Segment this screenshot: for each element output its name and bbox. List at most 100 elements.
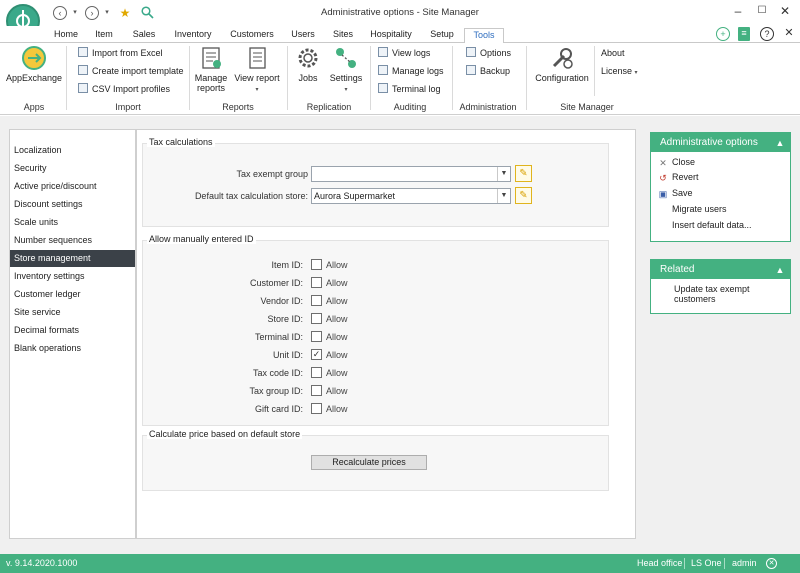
allow-checkbox[interactable] [311,295,322,306]
replication-settings-icon [333,45,359,71]
ribbon: AppExchange Apps Import from Excel Creat… [0,43,800,115]
nav-item-scale-units[interactable]: Scale units [10,214,135,231]
tab-tools[interactable]: Tools [464,28,504,44]
tab-sales[interactable]: Sales [128,28,160,43]
allow-checkbox[interactable]: ✓ [311,349,322,360]
excel-icon [78,47,88,57]
close-action[interactable]: ✕ Close [658,157,695,168]
user-status-icon[interactable]: ✕ [766,558,777,569]
group-label-administration: Administration [459,102,517,112]
configuration-button[interactable]: Configuration [534,45,590,83]
revert-icon: ↺ [659,173,667,183]
create-template-button[interactable]: Create import template [78,65,184,77]
tab-users[interactable]: Users [288,28,318,43]
terminal-log-button[interactable]: Terminal log [378,83,441,95]
nav-item-security[interactable]: Security [10,160,135,177]
migrate-users-action[interactable]: Migrate users [672,204,727,215]
site-text: Head office [637,558,683,568]
jobs-button[interactable]: Jobs [293,45,323,83]
recalculate-prices-button[interactable]: Recalculate prices [311,455,427,470]
options-button[interactable]: Options [466,47,511,59]
tab-customers[interactable]: Customers [228,28,276,43]
chevron-up-icon[interactable]: ▲ [774,264,786,276]
tab-sites[interactable]: Sites [330,28,356,43]
tab-inventory[interactable]: Inventory [172,28,214,43]
view-report-button[interactable]: View report ▾ [234,45,280,95]
nav-item-active-price-discount[interactable]: Active price/discount [10,178,135,195]
ribbon-divider [189,46,190,110]
chevron-down-icon[interactable]: ▼ [497,189,510,203]
allow-checkbox[interactable] [311,385,322,396]
import-excel-button[interactable]: Import from Excel [78,47,163,59]
tax-exempt-group-combo[interactable]: ▼ [311,166,511,182]
close-icon[interactable]: ✕ [778,4,792,18]
allow-checkbox[interactable] [311,367,322,378]
id-label: Tax code ID: [252,368,303,378]
close-tab-icon[interactable]: ✕ [782,27,796,41]
store-management-panel: Tax calculations Tax exempt group ▼ ✎ De… [136,129,636,539]
id-label: Terminal ID: [254,332,303,342]
nav-item-blank-operations[interactable]: Blank operations [10,340,135,357]
manage-logs-button[interactable]: Manage logs [378,65,444,77]
nav-item-store-management[interactable]: Store management [10,250,135,267]
version-text: v. 9.14.2020.1000 [6,558,78,568]
recalculate-section: Calculate price based on default store R… [142,429,609,491]
manage-reports-button[interactable]: Manage reports [192,45,230,93]
update-tax-exempt-action[interactable]: Update tax exempt customers [674,284,750,304]
revert-action[interactable]: ↺ Revert [658,172,698,183]
edit-tax-exempt-group-button[interactable]: ✎ [515,165,532,182]
nav-item-decimal-formats[interactable]: Decimal formats [10,322,135,339]
ribbon-divider [452,46,453,110]
notes-icon[interactable]: ≡ [738,27,750,41]
group-label-apps: Apps [23,102,45,112]
terminal-log-icon [378,83,388,93]
manage-logs-icon [378,65,388,75]
view-logs-button[interactable]: View logs [378,47,430,59]
status-divider [724,558,725,569]
tab-home[interactable]: Home [53,28,79,43]
allow-label: Allow [326,260,348,270]
license-button[interactable]: License ▾ [601,65,638,79]
edit-default-store-button[interactable]: ✎ [515,187,532,204]
maximize-icon[interactable]: ☐ [755,4,769,18]
allow-checkbox[interactable] [311,403,322,414]
related-header[interactable]: Related ▲ [651,260,790,279]
chevron-down-icon: ▾ [344,87,348,93]
default-tax-store-combo[interactable]: Aurora Supermarket ▼ [311,188,511,204]
admin-options-header[interactable]: Administrative options ▲ [651,133,790,152]
allow-label: Allow [326,332,348,342]
id-label: Tax group ID: [249,386,303,396]
allow-checkbox[interactable] [311,259,322,270]
tab-hospitality[interactable]: Hospitality [368,28,414,43]
chevron-up-icon[interactable]: ▲ [774,137,786,149]
allow-checkbox[interactable] [311,313,322,324]
nav-item-number-sequences[interactable]: Number sequences [10,232,135,249]
csv-profiles-button[interactable]: CSV Import profiles [78,83,170,95]
about-button[interactable]: About [601,47,625,59]
main-area: Localization Security Active price/disco… [0,116,800,554]
settings-button[interactable]: Settings ▾ [328,45,364,95]
allow-label: Allow [326,368,348,378]
save-action[interactable]: ▣ Save [658,188,693,199]
allow-label: Allow [326,404,348,414]
appexchange-button[interactable]: AppExchange [5,45,63,83]
refresh-icon[interactable]: + [716,27,730,41]
minimize-icon[interactable]: – [731,4,745,18]
nav-item-site-service[interactable]: Site service [10,304,135,321]
tab-setup[interactable]: Setup [427,28,457,43]
nav-item-inventory-settings[interactable]: Inventory settings [10,268,135,285]
view-logs-icon [378,47,388,57]
nav-item-customer-ledger[interactable]: Customer ledger [10,286,135,303]
allow-label: Allow [326,314,348,324]
nav-item-localization[interactable]: Localization [10,142,135,159]
allow-checkbox[interactable] [311,331,322,342]
help-icon[interactable]: ? [760,27,774,41]
id-label: Vendor ID: [260,296,303,306]
chevron-down-icon[interactable]: ▼ [497,167,510,181]
allow-checkbox[interactable] [311,277,322,288]
tab-item[interactable]: Item [92,28,116,43]
insert-default-data-action[interactable]: Insert default data... [672,220,752,231]
nav-item-discount-settings[interactable]: Discount settings [10,196,135,213]
backup-button[interactable]: Backup [466,65,510,77]
allow-label: Allow [326,386,348,396]
